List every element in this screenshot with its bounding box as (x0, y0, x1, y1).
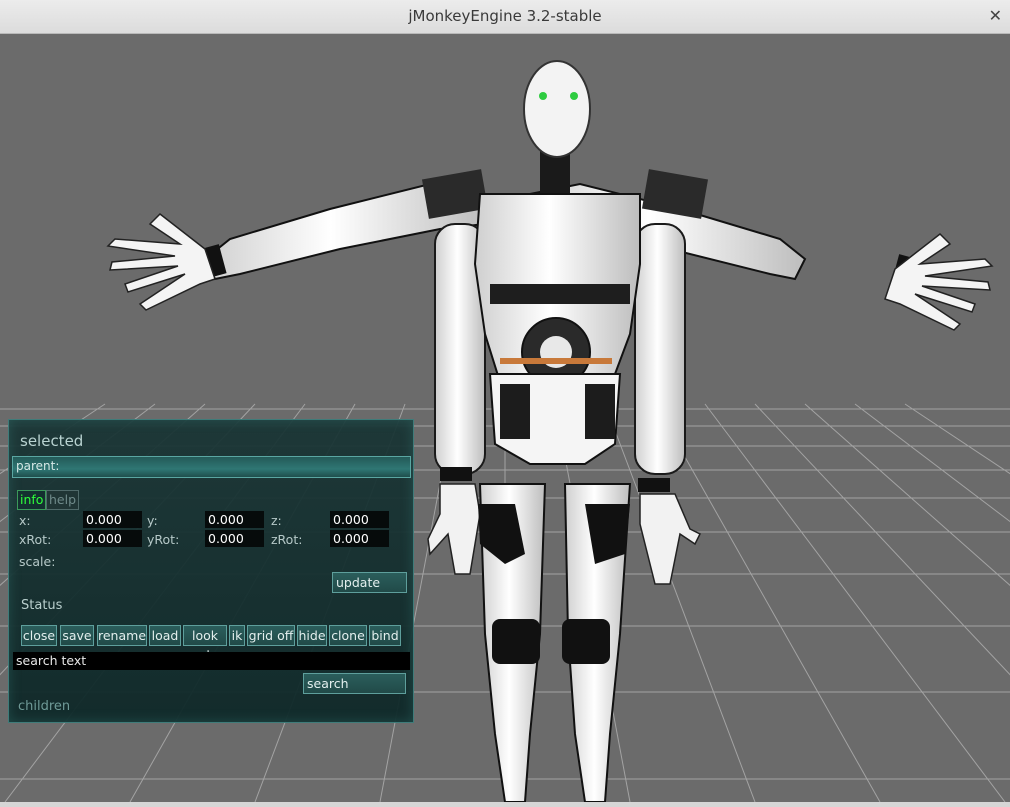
zrot-label: zRot: (271, 532, 303, 547)
bind-button[interactable]: bind (369, 625, 401, 646)
hide-button[interactable]: hide (297, 625, 327, 646)
z-label: z: (271, 513, 282, 528)
x-field[interactable]: 0.000 (83, 511, 142, 528)
look-at-button[interactable]: look at (183, 625, 227, 662)
xrot-field[interactable]: 0.000 (83, 530, 142, 547)
transform-fields: x: 0.000 y: 0.000 z: 0.000 xRot: 0.000 y… (15, 511, 407, 551)
y-field[interactable]: 0.000 (205, 511, 264, 528)
search-input[interactable]: search text (13, 652, 410, 670)
window-title: jMonkeyEngine 3.2-stable (408, 7, 602, 25)
tab-info[interactable]: info (17, 490, 47, 510)
z-field[interactable]: 0.000 (330, 511, 389, 528)
update-button[interactable]: update (332, 572, 407, 593)
yrot-field[interactable]: 0.000 (205, 530, 264, 547)
scale-label: scale: (19, 554, 56, 569)
parent-field[interactable]: parent: (12, 456, 411, 478)
yrot-label: yRot: (147, 532, 180, 547)
title-bar: jMonkeyEngine 3.2-stable ✕ (0, 0, 1010, 34)
close-icon[interactable]: ✕ (989, 6, 1002, 25)
selected-panel: selected parent: info help x: 0.000 y: 0… (8, 419, 414, 723)
status-label: Status (21, 598, 63, 613)
close-button[interactable]: close (21, 625, 57, 646)
save-button[interactable]: save (60, 625, 94, 646)
panel-header: selected (20, 432, 84, 450)
grid-off-button[interactable]: grid off (247, 625, 295, 646)
ik-button[interactable]: ik (229, 625, 245, 646)
xrot-label: xRot: (19, 532, 52, 547)
load-button[interactable]: load (149, 625, 181, 646)
children-label: children (18, 699, 71, 714)
rename-button[interactable]: rename (97, 625, 147, 646)
tab-help[interactable]: help (46, 490, 80, 510)
zrot-field[interactable]: 0.000 (330, 530, 389, 547)
search-button[interactable]: search (303, 673, 406, 694)
clone-button[interactable]: clone (329, 625, 367, 646)
x-label: x: (19, 513, 31, 528)
y-label: y: (147, 513, 158, 528)
parent-label: parent: (16, 459, 60, 473)
window-bottom-edge (0, 802, 1010, 807)
